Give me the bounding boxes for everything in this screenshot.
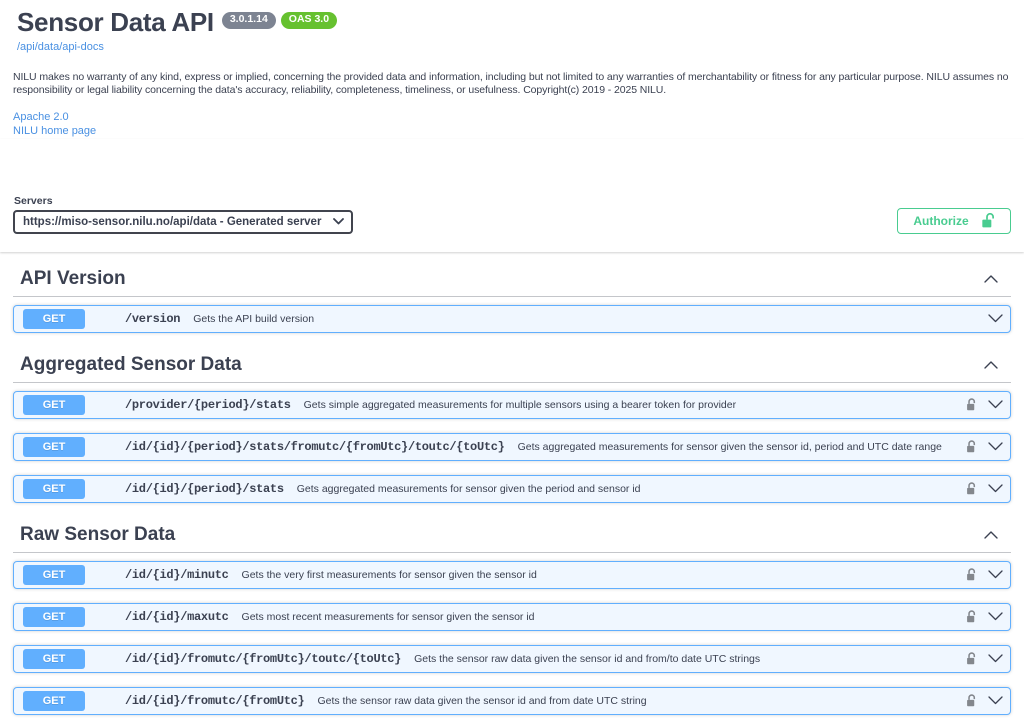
api-version-badge: 3.0.1.14 bbox=[222, 12, 276, 29]
padlock-icon bbox=[966, 568, 977, 582]
unlocked-padlock-icon bbox=[981, 213, 995, 229]
expand-operation-button[interactable] bbox=[988, 484, 1003, 493]
padlock-icon bbox=[966, 694, 977, 708]
oas-version-badge: OAS 3.0 bbox=[281, 12, 337, 29]
expand-operation-button[interactable] bbox=[988, 442, 1003, 451]
chevron-down-icon bbox=[988, 400, 1003, 409]
padlock-icon bbox=[966, 482, 977, 496]
chevron-up-icon bbox=[984, 361, 998, 369]
padlock-icon bbox=[966, 610, 977, 624]
auth-lock-button[interactable] bbox=[966, 694, 977, 708]
padlock-icon bbox=[966, 398, 977, 412]
auth-lock-button[interactable] bbox=[966, 652, 977, 666]
api-section-0: API Version GET /version Gets the API bu… bbox=[13, 261, 1011, 333]
chevron-down-icon bbox=[988, 696, 1003, 705]
section-collapse-button[interactable] bbox=[984, 531, 998, 539]
expand-operation-button[interactable] bbox=[988, 570, 1003, 579]
operation-path: /id/{id}/maxutc bbox=[125, 610, 229, 624]
servers-block: Servers https://miso-sensor.nilu.no/api/… bbox=[13, 195, 353, 234]
section-operations: GET /provider/{period}/stats Gets simple… bbox=[13, 383, 1011, 503]
method-badge: GET bbox=[23, 309, 85, 329]
spec-url-link[interactable]: /api/data/api-docs bbox=[17, 41, 104, 53]
section-header[interactable]: Raw Sensor Data bbox=[13, 517, 1011, 553]
operation-summary: Gets the sensor raw data given the senso… bbox=[317, 695, 966, 707]
auth-lock-button[interactable] bbox=[966, 568, 977, 582]
info-container: Sensor Data API 3.0.1.14 OAS 3.0 /api/da… bbox=[0, 0, 1024, 138]
operation-path: /id/{id}/{period}/stats bbox=[125, 482, 284, 496]
operation-summary: Gets simple aggregated measurements for … bbox=[304, 399, 966, 411]
authorize-button[interactable]: Authorize bbox=[897, 208, 1011, 234]
operation-row[interactable]: GET /id/{id}/fromutc/{fromUtc}/toutc/{to… bbox=[13, 645, 1011, 673]
servers-label: Servers bbox=[14, 195, 353, 207]
method-badge: GET bbox=[23, 607, 85, 627]
method-badge: GET bbox=[23, 437, 85, 457]
section-title: Aggregated Sensor Data bbox=[20, 355, 242, 375]
chevron-up-icon bbox=[984, 531, 998, 539]
scheme-container: Servers https://miso-sensor.nilu.no/api/… bbox=[0, 139, 1024, 252]
chevron-down-icon bbox=[988, 484, 1003, 493]
auth-lock-button[interactable] bbox=[966, 398, 977, 412]
section-operations: GET /id/{id}/minutc Gets the very first … bbox=[13, 553, 1011, 715]
api-section-1: Aggregated Sensor Data GET /provider/{pe… bbox=[13, 347, 1011, 503]
padlock-icon bbox=[966, 652, 977, 666]
section-header[interactable]: API Version bbox=[13, 261, 1011, 297]
expand-operation-button[interactable] bbox=[988, 314, 1003, 323]
section-operations: GET /version Gets the API build version bbox=[13, 297, 1011, 333]
section-collapse-button[interactable] bbox=[984, 275, 998, 283]
operation-row[interactable]: GET /id/{id}/{period}/stats Gets aggrega… bbox=[13, 475, 1011, 503]
chevron-up-icon bbox=[984, 275, 998, 283]
operation-row[interactable]: GET /id/{id}/maxutc Gets most recent mea… bbox=[13, 603, 1011, 631]
title-row: Sensor Data API 3.0.1.14 OAS 3.0 bbox=[17, 8, 1011, 37]
operation-summary: Gets the API build version bbox=[193, 313, 988, 325]
operation-row[interactable]: GET /id/{id}/{period}/stats/fromutc/{fro… bbox=[13, 433, 1011, 461]
operations-container: API Version GET /version Gets the API bu… bbox=[0, 252, 1024, 715]
operation-path: /id/{id}/{period}/stats/fromutc/{fromUtc… bbox=[125, 440, 505, 454]
method-badge: GET bbox=[23, 395, 85, 415]
operation-path: /id/{id}/fromutc/{fromUtc}/toutc/{toUtc} bbox=[125, 652, 401, 666]
chevron-down-icon bbox=[988, 314, 1003, 323]
expand-operation-button[interactable] bbox=[988, 612, 1003, 621]
authorize-button-label: Authorize bbox=[913, 214, 968, 228]
operation-summary: Gets the sensor raw data given the senso… bbox=[414, 653, 966, 665]
chevron-down-icon bbox=[988, 442, 1003, 451]
auth-lock-button[interactable] bbox=[966, 610, 977, 624]
section-header[interactable]: Aggregated Sensor Data bbox=[13, 347, 1011, 383]
operation-path: /version bbox=[125, 312, 180, 326]
padlock-icon bbox=[966, 440, 977, 454]
method-badge: GET bbox=[23, 649, 85, 669]
operation-path: /id/{id}/minutc bbox=[125, 568, 229, 582]
operation-summary: Gets aggregated measurements for sensor … bbox=[297, 483, 966, 495]
section-title: Raw Sensor Data bbox=[20, 525, 175, 545]
operation-summary: Gets aggregated measurements for sensor … bbox=[518, 441, 966, 453]
section-title: API Version bbox=[20, 269, 126, 289]
operation-summary: Gets the very first measurements for sen… bbox=[242, 569, 966, 581]
operation-row[interactable]: GET /version Gets the API build version bbox=[13, 305, 1011, 333]
operation-row[interactable]: GET /id/{id}/minutc Gets the very first … bbox=[13, 561, 1011, 589]
auth-lock-button[interactable] bbox=[966, 482, 977, 496]
method-badge: GET bbox=[23, 691, 85, 711]
chevron-down-icon bbox=[988, 654, 1003, 663]
operation-row[interactable]: GET /provider/{period}/stats Gets simple… bbox=[13, 391, 1011, 419]
contact-link[interactable]: NILU home page bbox=[13, 125, 1011, 138]
api-section-2: Raw Sensor Data GET /id/{id}/minutc Gets… bbox=[13, 517, 1011, 715]
method-badge: GET bbox=[23, 565, 85, 585]
expand-operation-button[interactable] bbox=[988, 696, 1003, 705]
operation-row[interactable]: GET /id/{id}/fromutc/{fromUtc} Gets the … bbox=[13, 687, 1011, 715]
operation-path: /provider/{period}/stats bbox=[125, 398, 291, 412]
api-description: NILU makes no warranty of any kind, expr… bbox=[13, 71, 1011, 98]
chevron-down-icon bbox=[988, 612, 1003, 621]
chevron-down-icon bbox=[988, 570, 1003, 579]
expand-operation-button[interactable] bbox=[988, 654, 1003, 663]
servers-select[interactable]: https://miso-sensor.nilu.no/api/data - G… bbox=[13, 210, 353, 234]
section-collapse-button[interactable] bbox=[984, 361, 998, 369]
operation-summary: Gets most recent measurements for sensor… bbox=[242, 611, 966, 623]
auth-lock-button[interactable] bbox=[966, 440, 977, 454]
operation-path: /id/{id}/fromutc/{fromUtc} bbox=[125, 694, 304, 708]
method-badge: GET bbox=[23, 479, 85, 499]
title-badges: 3.0.1.14 OAS 3.0 bbox=[222, 12, 337, 29]
expand-operation-button[interactable] bbox=[988, 400, 1003, 409]
license-link[interactable]: Apache 2.0 bbox=[13, 111, 1011, 124]
page-title: Sensor Data API bbox=[17, 8, 214, 37]
